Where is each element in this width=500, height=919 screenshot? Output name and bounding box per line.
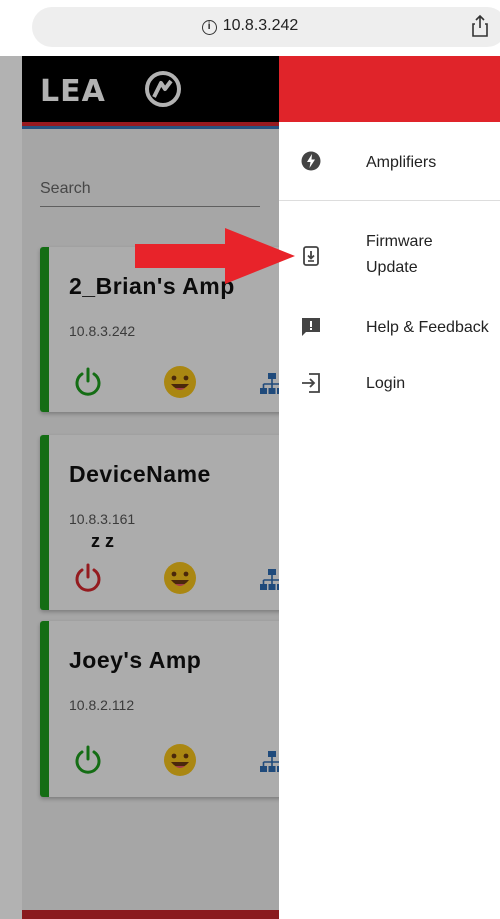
menu-label: Firmware — [366, 233, 433, 250]
annotation-arrow-icon — [135, 228, 295, 284]
feedback-icon — [302, 318, 320, 336]
share-icon[interactable] — [471, 14, 489, 38]
login-icon — [302, 373, 320, 393]
url-text: 10.8.3.242 — [222, 17, 299, 34]
drawer-header — [279, 56, 500, 122]
menu-item-help-feedback[interactable]: Help & Feedback — [279, 312, 500, 342]
menu-item-firmware-update[interactable]: Firmware Update — [279, 228, 500, 284]
drawer-divider — [279, 200, 500, 201]
menu-label-line2: Update — [366, 259, 418, 276]
menu-label: Login — [366, 375, 406, 392]
navigation-drawer: Amplifiers Firmware Update Help & Feedba… — [279, 56, 500, 919]
browser-toolbar: i 10.8.3.242 — [0, 0, 500, 56]
menu-item-login[interactable]: Login — [279, 368, 500, 398]
bolt-icon — [301, 151, 321, 171]
firmware-download-icon — [303, 246, 319, 266]
info-icon[interactable]: i — [201, 20, 217, 35]
menu-label: Help & Feedback — [366, 319, 489, 336]
menu-item-amplifiers[interactable]: Amplifiers — [279, 146, 500, 180]
url-display[interactable]: i 10.8.3.242 — [0, 17, 500, 35]
menu-label: Amplifiers — [366, 154, 437, 171]
